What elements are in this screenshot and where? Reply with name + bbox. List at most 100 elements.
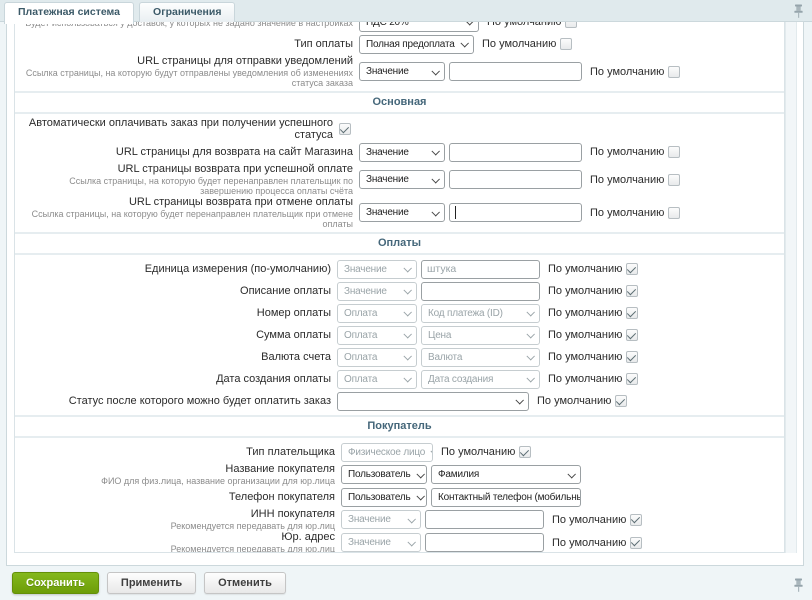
- text-input[interactable]: [449, 143, 582, 162]
- dropdown-select[interactable]: Значение: [337, 260, 417, 279]
- dropdown-select[interactable]: Валюта: [421, 348, 540, 367]
- text-input[interactable]: [425, 510, 544, 529]
- chevron-down-icon: [526, 330, 534, 338]
- dropdown-value: Оплата: [344, 308, 377, 319]
- dropdown-select[interactable]: Оплата: [337, 304, 417, 323]
- default-checkbox[interactable]: [630, 514, 642, 526]
- dropdown-select[interactable]: Значение: [359, 62, 445, 81]
- dropdown-select[interactable]: Фамилия: [431, 465, 581, 484]
- form-row: Номер оплатыОплатаКод платежа (ID)По умо…: [15, 302, 784, 324]
- field-sublabel: Рекомендуется передавать для юр.лиц: [15, 521, 335, 531]
- text-input[interactable]: [449, 203, 582, 222]
- dropdown-select[interactable]: Дата создания: [421, 370, 540, 389]
- dropdown-value: Значение: [344, 286, 387, 297]
- dropdown-select[interactable]: Контактный телефон (мобильный): [431, 488, 581, 507]
- default-option: По умолчанию: [537, 395, 627, 407]
- section-divider: [15, 253, 784, 255]
- default-checkbox[interactable]: [626, 373, 638, 385]
- field-label-cell: Телефон покупателя: [15, 491, 341, 503]
- dropdown-select[interactable]: Пользователь: [341, 465, 427, 484]
- dropdown-select[interactable]: Полная предоплата: [359, 35, 474, 54]
- dropdown-select[interactable]: Значение: [337, 282, 417, 301]
- field-controls: ЗначениеПо умолчанию: [337, 260, 638, 279]
- default-checkbox[interactable]: [519, 446, 531, 458]
- tab-payment-system[interactable]: Платежная система: [4, 2, 134, 24]
- dropdown-select[interactable]: Код платежа (ID): [421, 304, 540, 323]
- default-checkbox[interactable]: [626, 307, 638, 319]
- dropdown-select[interactable]: Оплата: [337, 348, 417, 367]
- dropdown-select[interactable]: Пользователь: [341, 488, 427, 507]
- dropdown-value: Значение: [348, 537, 391, 548]
- field-label-cell: ИНН покупателяРекомендуется передавать д…: [15, 508, 341, 531]
- field-label: URL страницы возврата при отмене оплаты: [15, 196, 353, 208]
- tab-restrictions[interactable]: Ограничения: [139, 2, 235, 22]
- dropdown-value: Значение: [348, 514, 391, 525]
- default-option: По умолчанию: [590, 174, 680, 186]
- default-checkbox[interactable]: [626, 329, 638, 341]
- chevron-down-icon: [416, 470, 424, 478]
- dropdown-value: Оплата: [344, 374, 377, 385]
- checkbox[interactable]: [339, 123, 351, 135]
- form-scroll-area: Будет использоваться у доставок, у котор…: [14, 22, 785, 553]
- text-input-wrap: [449, 143, 582, 162]
- dropdown-select[interactable]: Значение: [341, 510, 421, 529]
- field-label-cell: Название покупателяФИО для физ.лица, наз…: [15, 463, 341, 486]
- default-checkbox[interactable]: [668, 146, 680, 158]
- dropdown-select[interactable]: Значение: [359, 170, 445, 189]
- field-controls: ОплатаВалютаПо умолчанию: [337, 348, 638, 367]
- dropdown-value: Значение: [366, 147, 409, 158]
- dropdown-select[interactable]: Значение: [359, 143, 445, 162]
- dropdown-value: Валюта: [428, 352, 462, 363]
- dropdown-select[interactable]: Оплата: [337, 326, 417, 345]
- text-input[interactable]: [449, 170, 582, 189]
- apply-button[interactable]: Применить: [107, 572, 196, 594]
- default-checkbox[interactable]: [626, 263, 638, 275]
- default-checkbox[interactable]: [560, 38, 572, 50]
- default-option: По умолчанию: [590, 207, 680, 219]
- text-input[interactable]: [425, 533, 544, 552]
- dropdown-select[interactable]: Значение: [359, 203, 445, 222]
- dropdown-value: Значение: [344, 264, 387, 275]
- default-checkbox[interactable]: [668, 66, 680, 78]
- field-controls: ЗначениеПо умолчанию: [359, 143, 680, 162]
- pin-icon[interactable]: [793, 578, 804, 592]
- text-input[interactable]: [421, 260, 540, 279]
- vertical-scrollbar[interactable]: [785, 22, 797, 553]
- default-checkbox[interactable]: [626, 351, 638, 363]
- section-header: Основная: [15, 96, 784, 109]
- dropdown-select[interactable]: Цена: [421, 326, 540, 345]
- pin-icon[interactable]: [793, 4, 804, 18]
- default-option: По умолчанию: [487, 22, 577, 28]
- default-checkbox[interactable]: [668, 174, 680, 186]
- field-label: Валюта счета: [15, 351, 331, 363]
- section-header-block: Покупатель: [15, 415, 784, 438]
- field-label: ИНН покупателя: [15, 508, 335, 520]
- text-input[interactable]: [449, 62, 582, 81]
- dropdown-value: Цена: [428, 330, 451, 341]
- form-row: Телефон покупателяПользовательКонтактный…: [15, 486, 784, 508]
- default-checkbox[interactable]: [668, 207, 680, 219]
- default-label: По умолчанию: [548, 285, 622, 297]
- save-button[interactable]: Сохранить: [12, 572, 99, 594]
- dropdown-select[interactable]: [337, 392, 529, 411]
- form-row: Тип плательщикаФизическое лицоПо умолчан…: [15, 441, 784, 463]
- form-row: Дата создания оплатыОплатаДата созданияП…: [15, 368, 784, 390]
- chevron-down-icon: [515, 396, 523, 404]
- default-checkbox[interactable]: [626, 285, 638, 297]
- field-controls: ПользовательФамилия: [341, 465, 585, 484]
- field-label-cell: Автоматически оплачивать заказ при получ…: [15, 117, 339, 141]
- dropdown-select[interactable]: Оплата: [337, 370, 417, 389]
- text-input-wrap: [449, 170, 582, 189]
- text-input[interactable]: [421, 282, 540, 301]
- cancel-button[interactable]: Отменить: [204, 572, 286, 594]
- dropdown-select[interactable]: НДС 20%: [359, 22, 479, 32]
- default-checkbox[interactable]: [630, 537, 642, 549]
- dropdown-select[interactable]: Физическое лицо: [341, 443, 433, 462]
- chevron-down-icon: [407, 538, 415, 546]
- default-checkbox[interactable]: [565, 22, 577, 28]
- default-checkbox[interactable]: [615, 395, 627, 407]
- text-cursor: [455, 206, 456, 219]
- dropdown-select[interactable]: Значение: [341, 533, 421, 552]
- default-label: По умолчанию: [487, 22, 561, 28]
- dropdown-value: Оплата: [344, 330, 377, 341]
